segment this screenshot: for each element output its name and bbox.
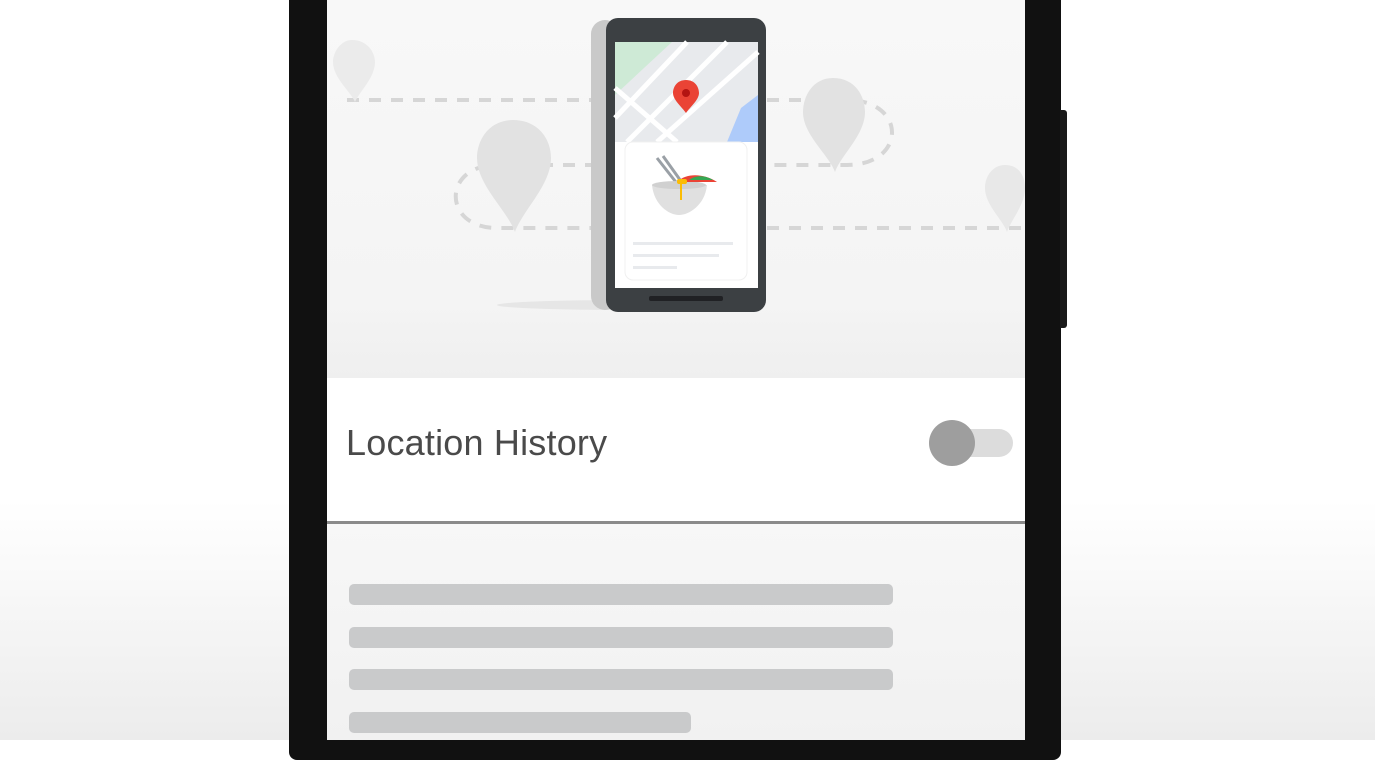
illustration-svg <box>333 18 1025 312</box>
placeholder-content <box>327 524 1025 740</box>
phone-side-button <box>1060 110 1067 328</box>
phone-icon <box>591 18 766 312</box>
toggle-knob <box>929 420 975 466</box>
location-illustration <box>327 0 1025 378</box>
placeholder-text-line <box>349 584 893 605</box>
phone-screen: Location History <box>327 0 1025 740</box>
placeholder-text-line <box>349 669 893 690</box>
placeholder-text-line <box>349 627 893 648</box>
placeholder-text-line <box>349 712 691 733</box>
location-history-label: Location History <box>346 422 608 463</box>
location-history-setting: Location History <box>327 378 1025 524</box>
location-history-toggle[interactable] <box>929 420 1013 466</box>
